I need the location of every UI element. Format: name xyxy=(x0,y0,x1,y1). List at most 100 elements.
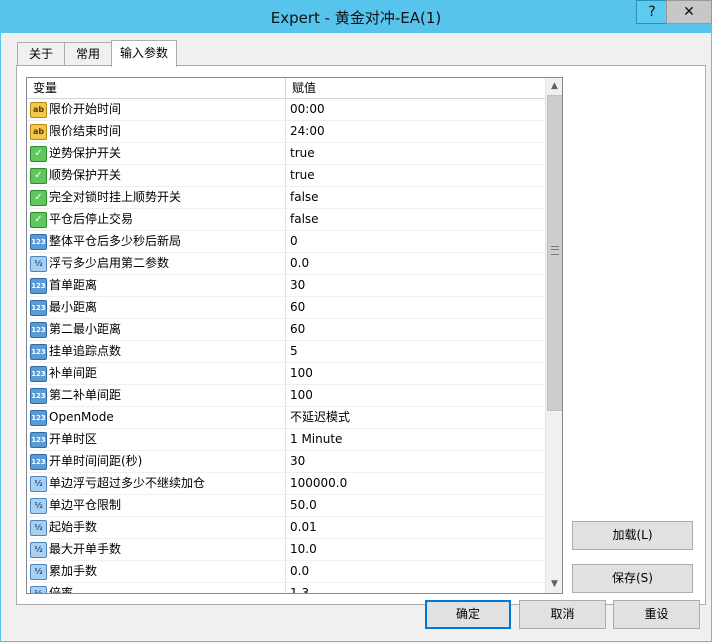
parameter-value[interactable]: 0 xyxy=(286,231,545,252)
table-row[interactable]: 123 最小距离 60 xyxy=(27,297,545,319)
table-row[interactable]: ½ 累加手数 0.0 xyxy=(27,561,545,583)
parameter-value[interactable]: 0.01 xyxy=(286,517,545,538)
parameter-value[interactable]: 60 xyxy=(286,297,545,318)
bool-type-icon: ✓ xyxy=(30,190,47,206)
reset-button[interactable]: 重设 xyxy=(613,600,700,629)
parameter-value[interactable]: true xyxy=(286,165,545,186)
table-row[interactable]: 123 开单时间间距(秒) 30 xyxy=(27,451,545,473)
parameter-name-cell[interactable]: ½ 累加手数 xyxy=(27,561,286,582)
table-row[interactable]: 123 开单时区 1 Minute xyxy=(27,429,545,451)
parameters-grid[interactable]: 变量 赋值 ab 限价开始时间 00:00 ab 限价结束时间 24:00 ✓ 逆势保护开关 t… xyxy=(26,77,563,594)
table-row[interactable]: ½ 倍率 1.3 xyxy=(27,583,545,594)
parameter-name-cell[interactable]: ½ 起始手数 xyxy=(27,517,286,538)
scroll-down-icon[interactable]: ▼ xyxy=(546,576,562,593)
parameter-value[interactable]: 5 xyxy=(286,341,545,362)
vertical-scrollbar[interactable]: ▲ ▼ xyxy=(545,78,562,593)
cancel-button[interactable]: 取消 xyxy=(519,600,606,629)
column-header-variable[interactable]: 变量 xyxy=(27,78,286,98)
parameter-value[interactable]: 0.0 xyxy=(286,561,545,582)
integer-type-icon: 123 xyxy=(30,300,47,316)
parameter-name-cell[interactable]: ✓ 逆势保护开关 xyxy=(27,143,286,164)
parameter-value[interactable]: 100 xyxy=(286,363,545,384)
tab-common[interactable]: 常用 xyxy=(64,42,112,65)
parameter-name: 挂单追踪点数 xyxy=(49,344,122,358)
parameter-name-cell[interactable]: ✓ 完全对锁时挂上顺势开关 xyxy=(27,187,286,208)
integer-type-icon: 123 xyxy=(30,432,47,448)
parameter-name-cell[interactable]: ½ 倍率 xyxy=(27,583,286,594)
scroll-up-icon[interactable]: ▲ xyxy=(546,78,562,95)
parameter-name-cell[interactable]: 123 开单时区 xyxy=(27,429,286,450)
table-row[interactable]: ½ 单边平仓限制 50.0 xyxy=(27,495,545,517)
parameter-name: 单边平仓限制 xyxy=(49,498,122,512)
integer-type-icon: 123 xyxy=(30,388,47,404)
parameter-value[interactable]: 1 Minute xyxy=(286,429,545,450)
column-header-value[interactable]: 赋值 xyxy=(286,78,542,98)
parameter-value[interactable]: 0.0 xyxy=(286,253,545,274)
help-button[interactable]: ? xyxy=(636,0,668,24)
parameter-name-cell[interactable]: 123 开单时间间距(秒) xyxy=(27,451,286,472)
table-row[interactable]: ✓ 平仓后停止交易 false xyxy=(27,209,545,231)
parameter-name-cell[interactable]: 123 首单距离 xyxy=(27,275,286,296)
table-row[interactable]: 123 挂单追踪点数 5 xyxy=(27,341,545,363)
table-row[interactable]: 123 首单距离 30 xyxy=(27,275,545,297)
ok-button[interactable]: 确定 xyxy=(425,600,511,629)
parameter-value[interactable]: false xyxy=(286,209,545,230)
parameter-name-cell[interactable]: ✓ 平仓后停止交易 xyxy=(27,209,286,230)
parameter-value[interactable]: 10.0 xyxy=(286,539,545,560)
table-row[interactable]: ½ 单边浮亏超过多少不继续加仓 100000.0 xyxy=(27,473,545,495)
scroll-thumb[interactable] xyxy=(547,95,562,411)
grid-rows: ab 限价开始时间 00:00 ab 限价结束时间 24:00 ✓ 逆势保护开关 true ✓ 顺势… xyxy=(27,99,545,594)
table-row[interactable]: 123 补单间距 100 xyxy=(27,363,545,385)
load-button[interactable]: 加载(L) xyxy=(572,521,693,550)
table-row[interactable]: ab 限价结束时间 24:00 xyxy=(27,121,545,143)
parameter-value[interactable]: 1.3 xyxy=(286,583,545,593)
parameter-value[interactable]: 100 xyxy=(286,385,545,406)
parameter-name-cell[interactable]: ✓ 顺势保护开关 xyxy=(27,165,286,186)
parameter-name: 倍率 xyxy=(49,586,74,594)
table-row[interactable]: ✓ 顺势保护开关 true xyxy=(27,165,545,187)
parameter-value[interactable]: 00:00 xyxy=(286,99,545,120)
parameter-name-cell[interactable]: 123 最小距离 xyxy=(27,297,286,318)
table-row[interactable]: 123 第二补单间距 100 xyxy=(27,385,545,407)
parameter-value[interactable]: 100000.0 xyxy=(286,473,545,494)
parameter-value[interactable]: false xyxy=(286,187,545,208)
tab-inputs[interactable]: 输入参数 xyxy=(111,40,177,67)
title-bar[interactable]: Expert - 黄金对冲-EA(1) ? ✕ xyxy=(0,0,712,33)
parameter-name-cell[interactable]: 123 OpenMode xyxy=(27,407,286,428)
table-row[interactable]: ✓ 逆势保护开关 true xyxy=(27,143,545,165)
parameter-name-cell[interactable]: ½ 单边浮亏超过多少不继续加仓 xyxy=(27,473,286,494)
parameter-name-cell[interactable]: 123 第二补单间距 xyxy=(27,385,286,406)
parameter-name-cell[interactable]: ab 限价结束时间 xyxy=(27,121,286,142)
parameter-value[interactable]: true xyxy=(286,143,545,164)
parameter-value[interactable]: 24:00 xyxy=(286,121,545,142)
parameter-name: 开单时区 xyxy=(49,432,98,446)
parameter-name: 整体平仓后多少秒后新局 xyxy=(49,234,182,248)
parameter-name-cell[interactable]: 123 第二最小距离 xyxy=(27,319,286,340)
close-button[interactable]: ✕ xyxy=(666,0,712,24)
parameter-value[interactable]: 60 xyxy=(286,319,545,340)
table-row[interactable]: 123 整体平仓后多少秒后新局 0 xyxy=(27,231,545,253)
parameter-value[interactable]: 50.0 xyxy=(286,495,545,516)
tab-about[interactable]: 关于 xyxy=(17,42,65,65)
parameter-name-cell[interactable]: 123 挂单追踪点数 xyxy=(27,341,286,362)
table-row[interactable]: ½ 起始手数 0.01 xyxy=(27,517,545,539)
parameter-name-cell[interactable]: ½ 最大开单手数 xyxy=(27,539,286,560)
parameter-name-cell[interactable]: ½ 单边平仓限制 xyxy=(27,495,286,516)
parameter-name-cell[interactable]: ab 限价开始时间 xyxy=(27,99,286,120)
table-row[interactable]: ½ 浮亏多少启用第二参数 0.0 xyxy=(27,253,545,275)
save-button[interactable]: 保存(S) xyxy=(572,564,693,593)
table-row[interactable]: ab 限价开始时间 00:00 xyxy=(27,99,545,121)
table-row[interactable]: 123 OpenMode 不延迟模式 xyxy=(27,407,545,429)
double-type-icon: ½ xyxy=(30,542,47,558)
table-row[interactable]: 123 第二最小距离 60 xyxy=(27,319,545,341)
parameter-name-cell[interactable]: 123 补单间距 xyxy=(27,363,286,384)
parameter-name-cell[interactable]: 123 整体平仓后多少秒后新局 xyxy=(27,231,286,252)
parameter-value[interactable]: 30 xyxy=(286,275,545,296)
parameter-name: OpenMode xyxy=(49,410,114,424)
parameter-value[interactable]: 不延迟模式 xyxy=(286,407,545,428)
table-row[interactable]: ✓ 完全对锁时挂上顺势开关 false xyxy=(27,187,545,209)
table-row[interactable]: ½ 最大开单手数 10.0 xyxy=(27,539,545,561)
parameter-name-cell[interactable]: ½ 浮亏多少启用第二参数 xyxy=(27,253,286,274)
parameter-value[interactable]: 30 xyxy=(286,451,545,472)
double-type-icon: ½ xyxy=(30,498,47,514)
